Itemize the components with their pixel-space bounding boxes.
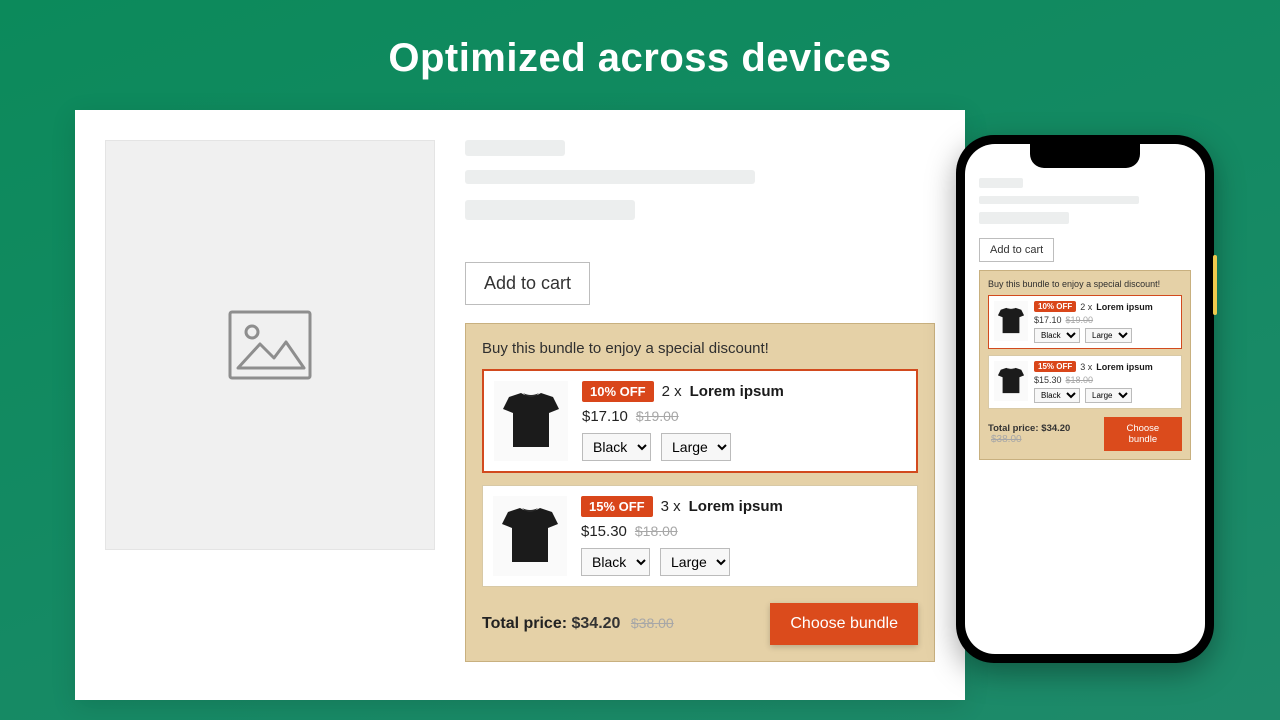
total-original-price: $38.00 bbox=[631, 615, 674, 631]
product-name: Lorem ipsum bbox=[1096, 362, 1153, 372]
product-image-placeholder bbox=[105, 140, 435, 550]
skeleton-line bbox=[979, 178, 1023, 188]
product-thumbnail bbox=[494, 381, 568, 461]
discounted-price: $17.10 bbox=[1034, 315, 1062, 325]
quantity-text: 2 x bbox=[662, 383, 682, 400]
original-price: $18.00 bbox=[1066, 375, 1094, 385]
tshirt-icon bbox=[997, 364, 1025, 398]
option-color-select[interactable]: Black bbox=[582, 433, 651, 461]
skeleton-line bbox=[465, 200, 635, 220]
tshirt-icon bbox=[997, 304, 1025, 338]
tshirt-icon bbox=[501, 386, 561, 456]
option-size-select[interactable]: Large bbox=[660, 548, 730, 576]
bundle-option-row[interactable]: 10% OFF 2 x Lorem ipsum $17.10 $19.00 Bl… bbox=[988, 295, 1182, 349]
discount-badge: 15% OFF bbox=[1034, 361, 1076, 372]
discount-badge: 10% OFF bbox=[1034, 301, 1076, 312]
skeleton-line bbox=[979, 212, 1069, 224]
skeleton-line bbox=[979, 196, 1139, 204]
choose-bundle-button[interactable]: Choose bundle bbox=[770, 603, 918, 645]
product-name: Lorem ipsum bbox=[1096, 302, 1153, 312]
original-price: $19.00 bbox=[1066, 315, 1094, 325]
option-color-select[interactable]: Black bbox=[1034, 328, 1080, 343]
bundle-title: Buy this bundle to enjoy a special disco… bbox=[482, 340, 918, 357]
bundle-option-row[interactable]: 15% OFF 3 x Lorem ipsum $15.30 $18.00 Bl… bbox=[988, 355, 1182, 409]
phone-power-button bbox=[1213, 255, 1217, 315]
total-price-value: $34.20 bbox=[1041, 423, 1070, 434]
total-original-price: $38.00 bbox=[991, 434, 1022, 445]
product-thumbnail bbox=[994, 301, 1028, 341]
original-price: $18.00 bbox=[635, 523, 678, 539]
desktop-preview-card: Add to cart Buy this bundle to enjoy a s… bbox=[75, 110, 965, 700]
product-name: Lorem ipsum bbox=[689, 498, 783, 515]
image-icon bbox=[228, 310, 312, 380]
discounted-price: $15.30 bbox=[1034, 375, 1062, 385]
total-price-value: $34.20 bbox=[572, 615, 621, 632]
option-size-select[interactable]: Large bbox=[1085, 388, 1132, 403]
total-price-label: Total price: bbox=[988, 423, 1039, 434]
option-color-select[interactable]: Black bbox=[1034, 388, 1080, 403]
bundle-title: Buy this bundle to enjoy a special disco… bbox=[988, 279, 1182, 289]
choose-bundle-button[interactable]: Choose bundle bbox=[1104, 417, 1182, 451]
phone-notch bbox=[1030, 144, 1140, 168]
quantity-text: 2 x bbox=[1080, 302, 1092, 312]
total-price-label: Total price: bbox=[482, 615, 567, 632]
discount-badge: 15% OFF bbox=[581, 496, 653, 517]
quantity-text: 3 x bbox=[1080, 362, 1092, 372]
original-price: $19.00 bbox=[636, 408, 679, 424]
skeleton-line bbox=[465, 170, 755, 184]
skeleton-line bbox=[465, 140, 565, 156]
option-color-select[interactable]: Black bbox=[581, 548, 650, 576]
option-size-select[interactable]: Large bbox=[661, 433, 731, 461]
add-to-cart-button[interactable]: Add to cart bbox=[979, 238, 1054, 262]
product-name: Lorem ipsum bbox=[690, 383, 784, 400]
bundle-option-row[interactable]: 10% OFF 2 x Lorem ipsum $17.10 $19.00 Bl… bbox=[482, 369, 918, 473]
page-headline: Optimized across devices bbox=[0, 36, 1280, 81]
bundle-option-row[interactable]: 15% OFF 3 x Lorem ipsum $15.30 $18.00 Bl… bbox=[482, 485, 918, 587]
option-size-select[interactable]: Large bbox=[1085, 328, 1132, 343]
discounted-price: $15.30 bbox=[581, 523, 627, 540]
bundle-widget: Buy this bundle to enjoy a special disco… bbox=[979, 270, 1191, 460]
tshirt-icon bbox=[500, 501, 560, 571]
product-thumbnail bbox=[493, 496, 567, 576]
discounted-price: $17.10 bbox=[582, 408, 628, 425]
product-thumbnail bbox=[994, 361, 1028, 401]
quantity-text: 3 x bbox=[661, 498, 681, 515]
mobile-preview-frame: Add to cart Buy this bundle to enjoy a s… bbox=[956, 135, 1214, 663]
add-to-cart-button[interactable]: Add to cart bbox=[465, 262, 590, 305]
discount-badge: 10% OFF bbox=[582, 381, 654, 402]
bundle-widget: Buy this bundle to enjoy a special disco… bbox=[465, 323, 935, 662]
